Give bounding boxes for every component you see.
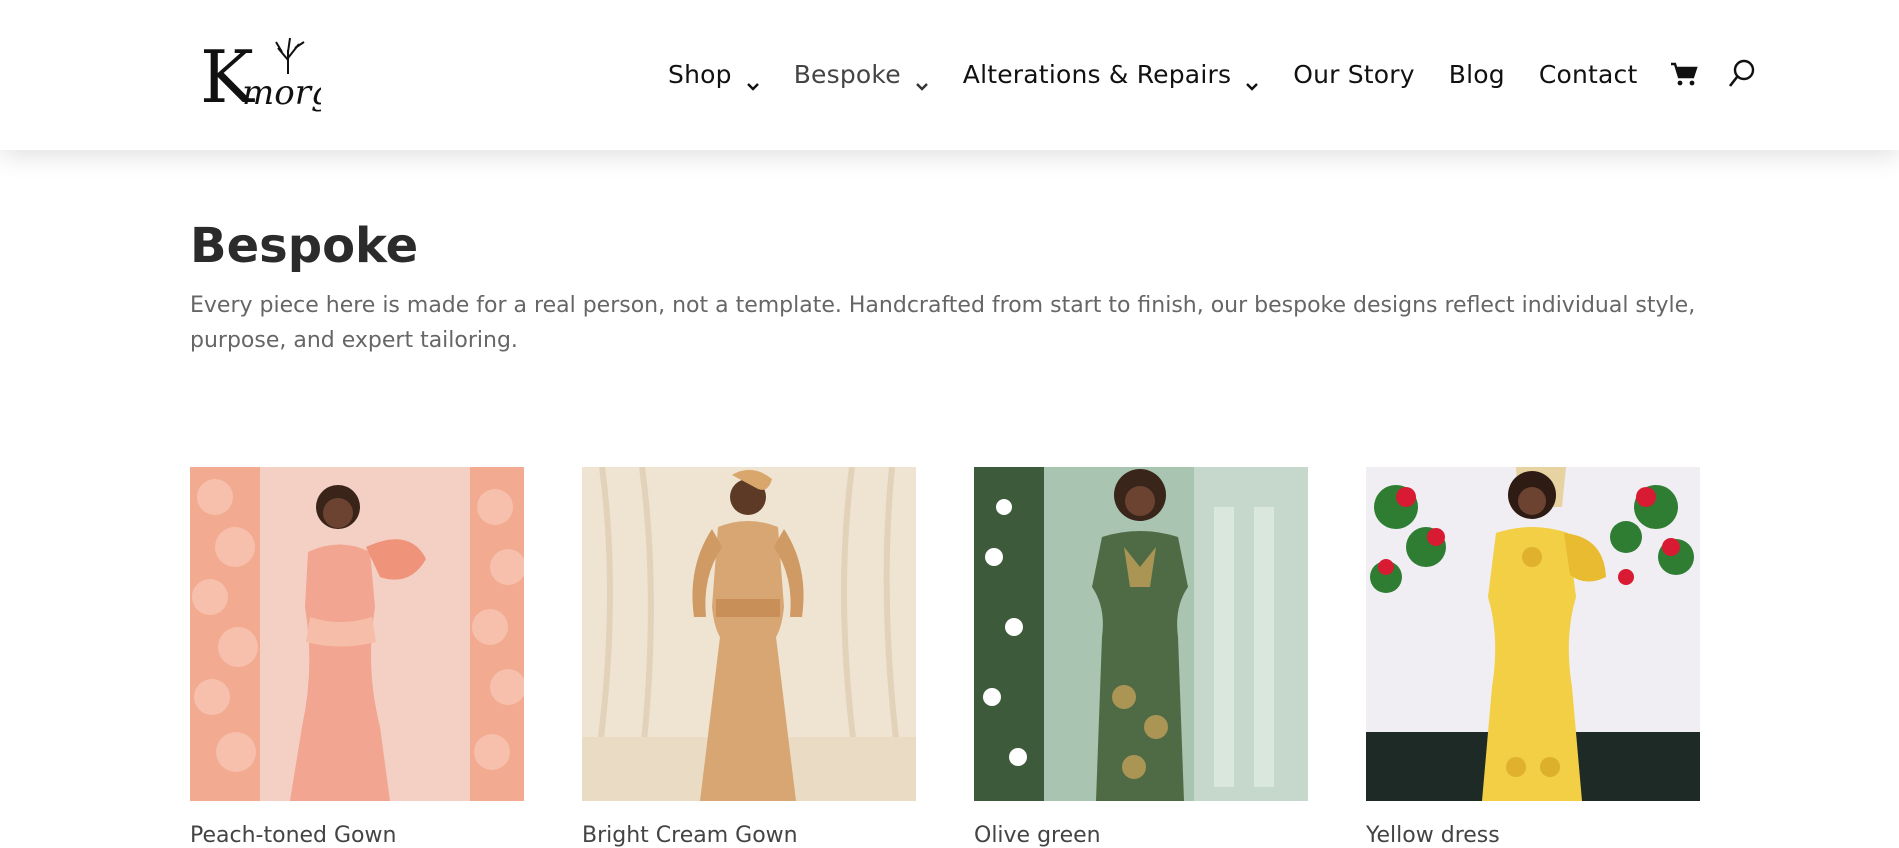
chevron-down-icon [1245,69,1259,91]
product-card[interactable]: Peach-toned Gown [190,467,524,848]
product-card[interactable]: Olive green [974,467,1308,848]
nav-item-label: Shop [668,59,732,89]
nav-item-label: Alterations & Repairs [962,59,1232,89]
nav-item-label: Our Story [1293,59,1415,89]
nav-item-label: Bespoke [793,59,901,89]
nav-item-label: Contact [1538,59,1638,89]
site-header: K morg Shop Bespoke Alter [0,0,1899,150]
nav-item-shop[interactable]: Shop [668,59,760,91]
page-description: Every piece here is made for a real pers… [190,293,1696,353]
nav-item-our-story[interactable]: Our Story [1293,60,1415,89]
nav-item-contact[interactable]: Contact [1539,60,1638,89]
search-icon[interactable] [1728,59,1756,89]
chevron-down-icon [915,69,929,91]
product-image[interactable] [974,467,1308,801]
cart-icon[interactable] [1670,61,1698,87]
product-card[interactable]: Yellow dress [1366,467,1700,848]
nav-item-label: Blog [1448,59,1505,89]
product-image[interactable] [582,467,916,801]
product-image[interactable] [190,467,524,801]
product-grid: Peach-toned Gown Bright Cream Gown Olive… [190,467,1700,848]
page-title: Bespoke [190,218,419,274]
chevron-down-icon [746,69,760,91]
nav-item-bespoke[interactable]: Bespoke [793,59,929,91]
nav-item-blog[interactable]: Blog [1449,60,1505,89]
site-logo[interactable]: K morg [196,30,321,114]
product-image[interactable] [1366,467,1700,801]
svg-text:morg: morg [242,73,321,113]
nav-item-alterations[interactable]: Alterations & Repairs [962,59,1259,91]
main-nav: Shop Bespoke Alterations & Repairs Our S… [668,56,1756,92]
product-card[interactable]: Bright Cream Gown [582,467,916,848]
